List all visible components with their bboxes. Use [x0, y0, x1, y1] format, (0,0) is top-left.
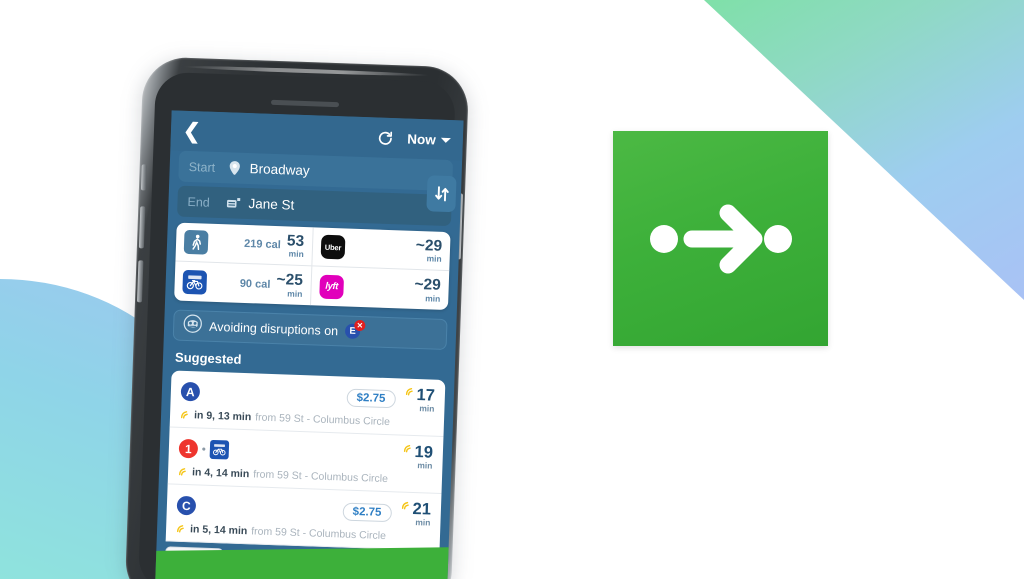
route-departure-station: from 59 St - Columbus Circle — [255, 411, 391, 429]
volume-down-button[interactable] — [136, 260, 144, 303]
route-list: A $2.75 17 min in 9, 13 min from 59 St -… — [165, 370, 446, 551]
screenshot-canvas: ❮ Now Start Broadway End Jane St 219 cal… — [0, 0, 1024, 579]
mode-uber[interactable]: Uber ~29 min — [312, 227, 451, 272]
uber-icon: Uber — [320, 234, 346, 260]
citibike-icon — [209, 439, 230, 460]
route-price — [375, 453, 393, 458]
phone-device: ❮ Now Start Broadway End Jane St 219 cal… — [116, 46, 485, 579]
route-duration: 19 min — [402, 443, 433, 470]
route-input-group: Start Broadway End Jane St — [168, 150, 462, 227]
route-row[interactable]: C $2.75 21 min in 5, 14 min from 59 St -… — [165, 484, 442, 551]
live-signal-icon — [405, 387, 413, 396]
route-departure-station: from 59 St - Columbus Circle — [253, 468, 389, 486]
route-duration: 17 min — [404, 386, 435, 413]
route-icon-separator: • — [201, 443, 206, 456]
line-badge-e: E ✕ — [344, 319, 366, 340]
lyft-wordmark: lyft — [325, 280, 339, 293]
end-field[interactable]: End Jane St — [176, 185, 452, 227]
destination-icon — [225, 196, 241, 210]
route-price: $2.75 — [346, 388, 396, 408]
route-line-icons: 1 • — [178, 438, 230, 460]
live-signal-icon — [176, 525, 184, 533]
end-field-label: End — [187, 194, 211, 210]
line-badge-c: C — [176, 495, 197, 516]
caret-down-icon — [440, 137, 451, 143]
live-signal-icon — [401, 501, 409, 510]
citymapper-logo — [613, 131, 828, 346]
live-signal-icon — [180, 411, 188, 419]
route-departure-time: in 5, 14 min — [189, 523, 248, 538]
mode-walk-time: 53 min — [286, 231, 305, 260]
mode-citibike-time: ~25 min — [276, 271, 304, 299]
lyft-icon: lyft — [319, 274, 345, 299]
route-departure: in 5, 14 min from 59 St - Columbus Circl… — [176, 523, 430, 544]
citibike-icon — [182, 269, 208, 295]
mute-switch[interactable] — [140, 164, 147, 191]
dot-arrow-dot-icon — [649, 204, 792, 273]
mode-lyft-time: ~29 min — [414, 275, 442, 304]
route-line-icons: A — [180, 381, 201, 402]
back-button[interactable]: ❮ — [183, 119, 200, 143]
earpiece-speaker — [270, 99, 340, 108]
mode-citibike-calories: 90 cal — [239, 277, 271, 291]
refresh-icon[interactable] — [376, 129, 394, 147]
end-field-value: Jane St — [248, 196, 295, 213]
line-badge-a: A — [180, 381, 201, 402]
live-signal-icon — [178, 468, 186, 476]
route-row[interactable]: 1 • 19 min in 4, 14 min from 59 St - Col… — [167, 427, 444, 494]
time-selector-label: Now — [407, 131, 437, 148]
mode-walk-calories: 219 cal — [243, 237, 282, 252]
route-line-icons: C — [176, 495, 197, 516]
swap-arrows-icon — [434, 186, 449, 202]
mode-lyft[interactable]: lyft ~29 min — [311, 266, 449, 310]
mode-citibike[interactable]: 90 cal ~25 min — [174, 261, 313, 306]
route-duration: 21 min — [400, 500, 431, 527]
mode-walk[interactable]: 219 cal 53 min — [175, 222, 314, 267]
map-pin-icon — [226, 160, 243, 176]
route-departure: in 4, 14 min from 59 St - Columbus Circl… — [178, 466, 432, 487]
app-screen: ❮ Now Start Broadway End Jane St 219 cal… — [155, 110, 464, 579]
transport-modes-card: 219 cal 53 min Uber ~29 min 90 cal ~25 m… — [174, 222, 451, 311]
walk-icon — [183, 229, 209, 255]
line-badge-1: 1 — [178, 438, 199, 459]
mode-uber-time: ~29 min — [415, 236, 443, 264]
disruption-text: Avoiding disruptions on — [208, 319, 339, 338]
start-field-label: Start — [188, 159, 216, 175]
route-departure-time: in 9, 13 min — [193, 409, 252, 424]
phone-bezel: ❮ Now Start Broadway End Jane St 219 cal… — [137, 71, 464, 579]
route-departure: in 9, 13 min from 59 St - Columbus Circl… — [180, 409, 434, 430]
time-selector[interactable]: Now — [407, 131, 451, 148]
route-row[interactable]: A $2.75 17 min in 9, 13 min from 59 St -… — [169, 370, 446, 438]
route-departure-time: in 4, 14 min — [191, 466, 250, 481]
x-circle-icon: ✕ — [354, 319, 366, 332]
uber-wordmark: Uber — [324, 242, 342, 252]
route-price: $2.75 — [342, 502, 392, 522]
live-signal-icon — [403, 444, 411, 453]
robot-face-icon — [183, 313, 203, 338]
route-departure-station: from 59 St - Columbus Circle — [251, 525, 387, 543]
swap-arrows-button[interactable] — [426, 175, 457, 213]
volume-up-button[interactable] — [138, 206, 146, 249]
phone-body: ❮ Now Start Broadway End Jane St 219 cal… — [124, 56, 470, 579]
start-field-value: Broadway — [249, 161, 310, 179]
